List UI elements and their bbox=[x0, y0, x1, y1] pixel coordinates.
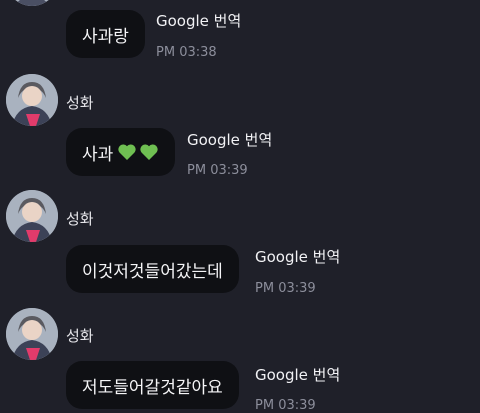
message-bubble[interactable]: 저도들어갈것같아요 bbox=[66, 361, 239, 409]
message-text: 사과랑 bbox=[82, 26, 129, 47]
sender-name: 성화 bbox=[66, 327, 94, 345]
message-bubble[interactable]: 사과 bbox=[66, 128, 176, 176]
sender-name: 성화 bbox=[66, 210, 94, 228]
avatar[interactable] bbox=[6, 308, 58, 360]
avatar[interactable] bbox=[6, 74, 58, 126]
google-translate-link[interactable]: Google 번역 bbox=[255, 246, 340, 267]
timestamp: PM 03:39 bbox=[187, 163, 248, 178]
green-heart-icon bbox=[140, 144, 158, 160]
timestamp: PM 03:39 bbox=[255, 281, 316, 296]
timestamp: PM 03:38 bbox=[156, 45, 217, 60]
message-text: 저도들어갈것같아요 bbox=[82, 377, 223, 398]
google-translate-link[interactable]: Google 번역 bbox=[255, 364, 340, 385]
message-bubble[interactable]: 이것저것들어갔는데 bbox=[66, 245, 239, 293]
google-translate-link[interactable]: Google 번역 bbox=[187, 129, 272, 150]
avatar[interactable] bbox=[6, 190, 58, 242]
message-text: 이것저것들어갔는데 bbox=[82, 261, 223, 282]
timestamp: PM 03:39 bbox=[255, 398, 316, 413]
message-bubble[interactable]: 사과랑 bbox=[66, 10, 145, 58]
message-text: 사과 bbox=[82, 144, 114, 165]
green-heart-icon bbox=[118, 144, 136, 160]
google-translate-link[interactable]: Google 번역 bbox=[156, 10, 241, 31]
avatar[interactable] bbox=[6, 0, 58, 6]
sender-name: 성화 bbox=[66, 94, 94, 112]
